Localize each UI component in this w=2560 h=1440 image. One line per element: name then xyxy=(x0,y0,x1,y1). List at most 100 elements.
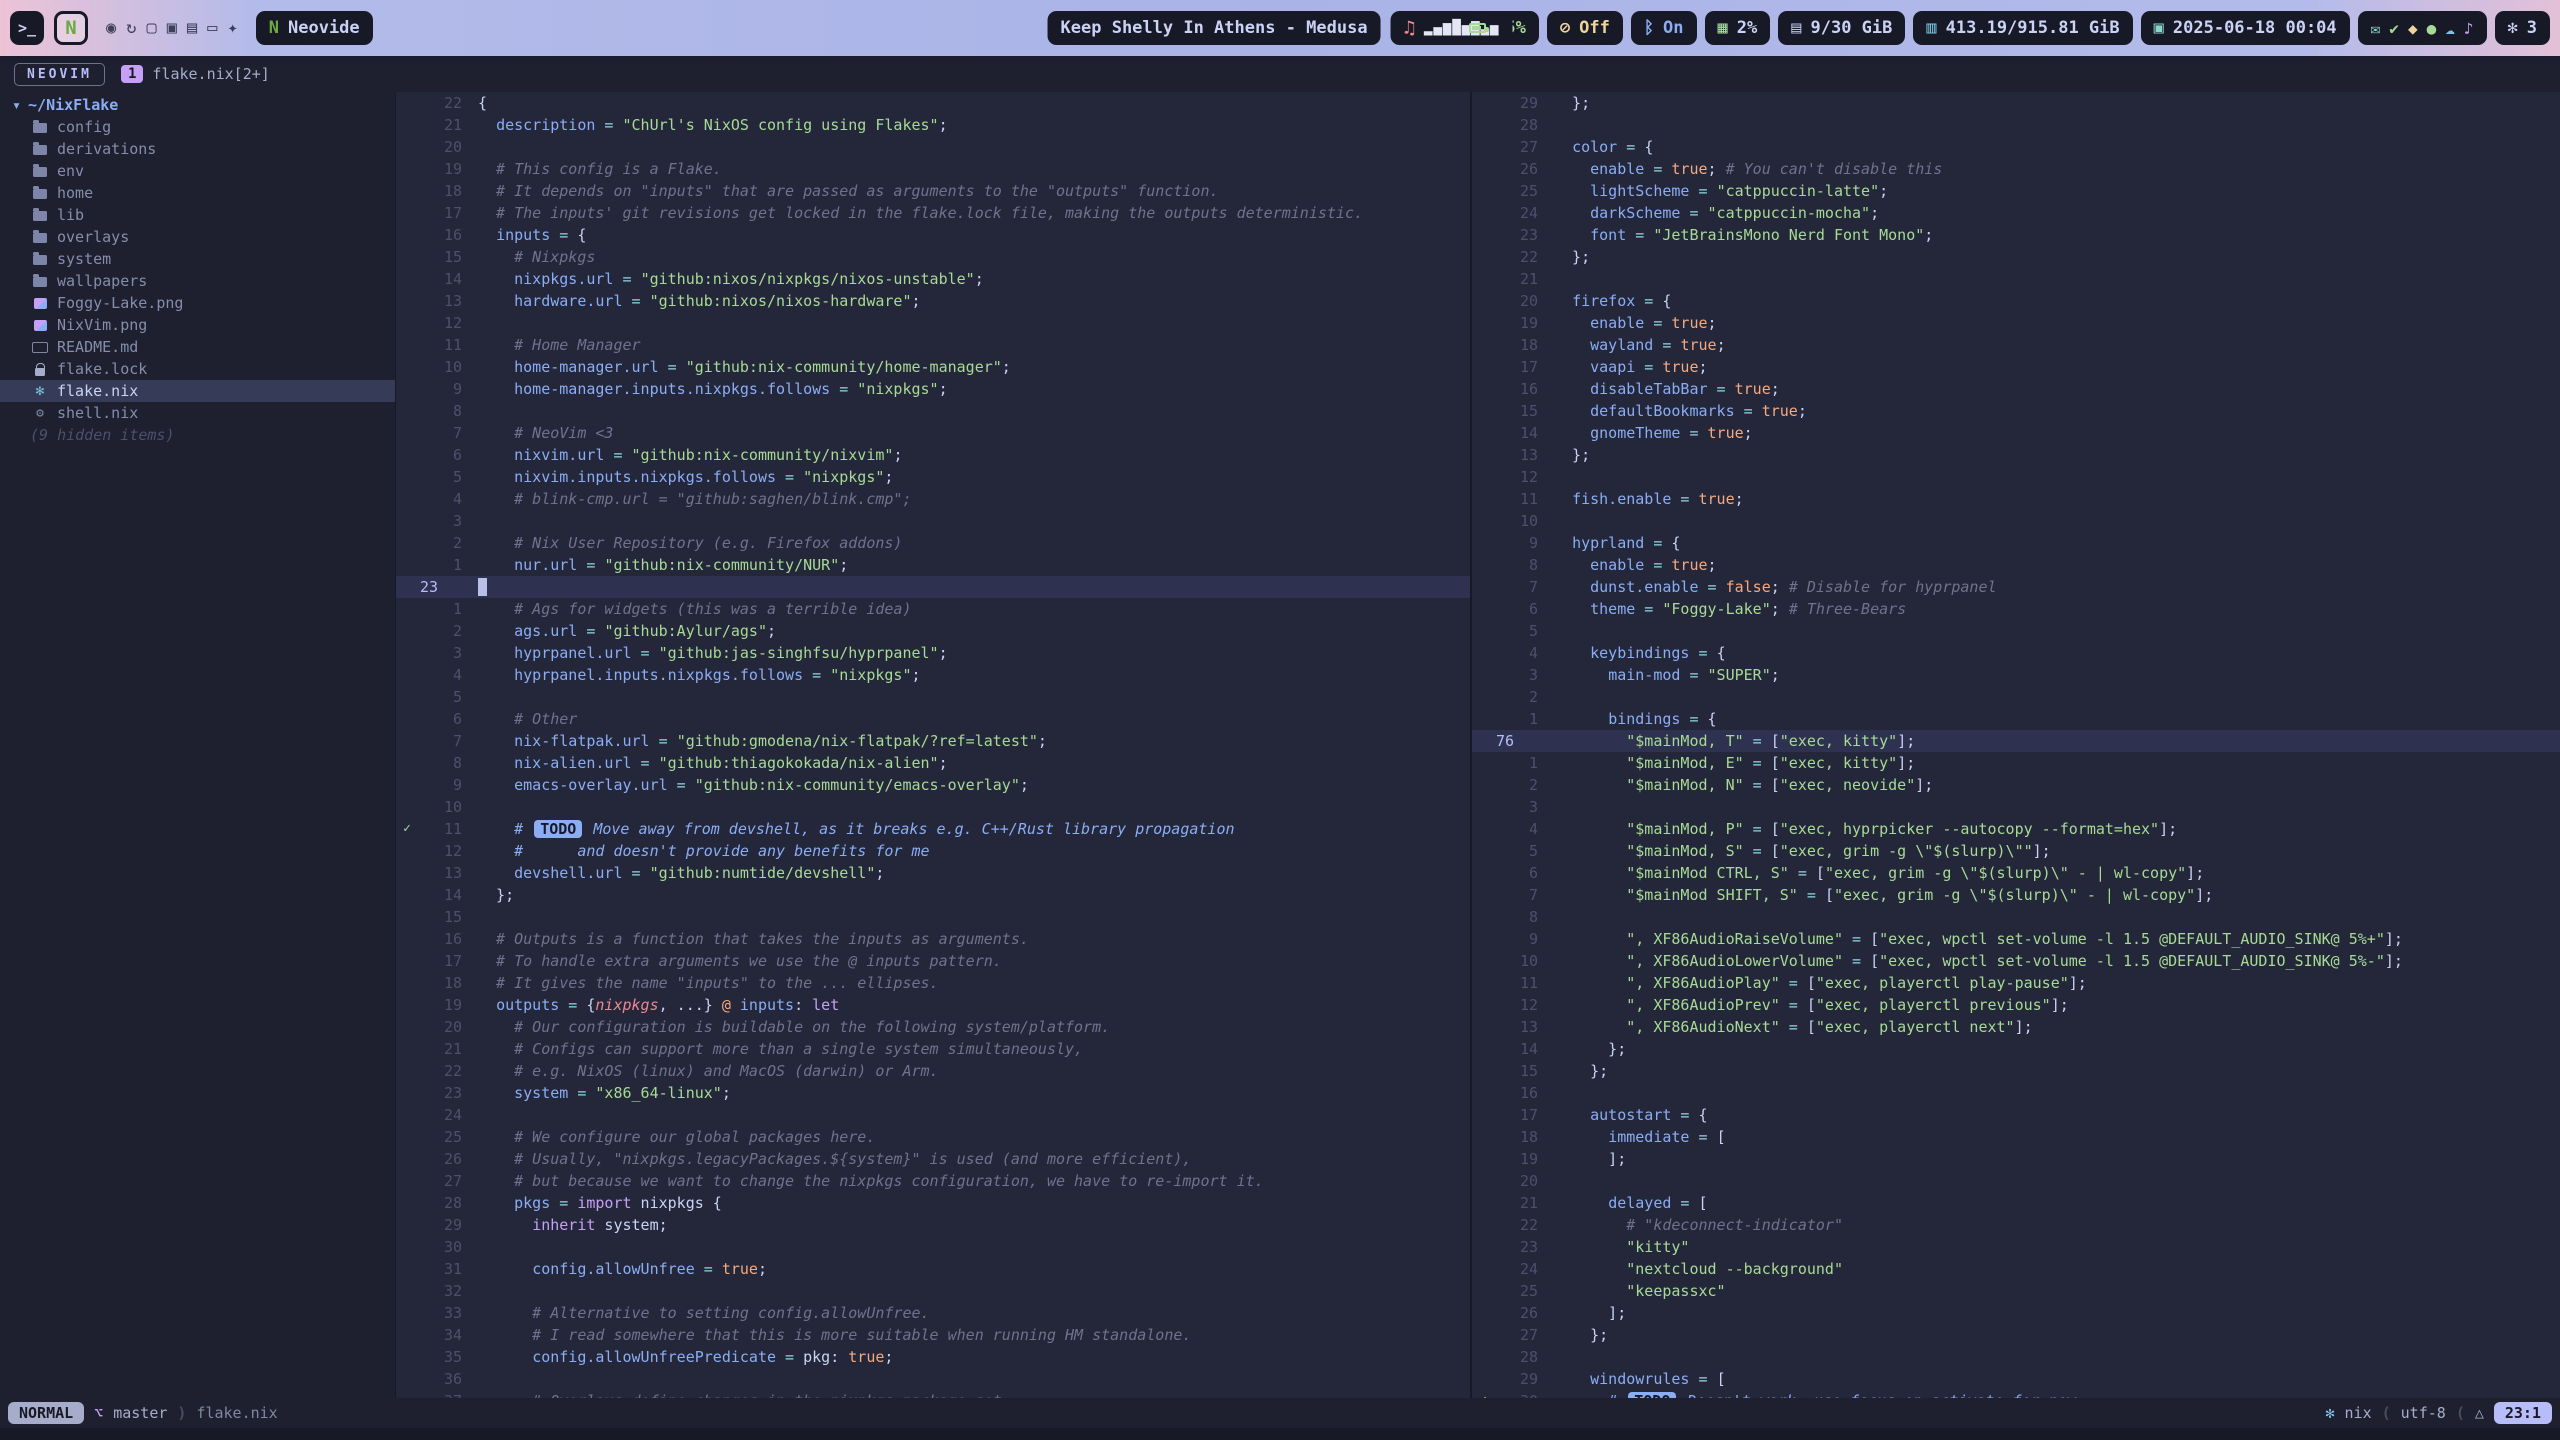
code-line[interactable]: 23 system = "x86_64-linux"; xyxy=(396,1082,1470,1104)
code-line[interactable]: 4 keybindings = { xyxy=(1472,642,2560,664)
code-line[interactable]: 24 darkScheme = "catppuccin-mocha"; xyxy=(1472,202,2560,224)
command-line[interactable] xyxy=(0,1428,2560,1440)
code-line[interactable]: 17 vaapi = true; xyxy=(1472,356,2560,378)
editor-pane-right[interactable]: 29 };2827 color = {26 enable = true; # Y… xyxy=(1470,92,2560,1398)
code-line[interactable]: 9 ", XF86AudioRaiseVolume" = ["exec, wpc… xyxy=(1472,928,2560,950)
code-line[interactable]: 37 # Overlays define changes in the nixp… xyxy=(396,1390,1470,1398)
code-line[interactable]: 27 color = { xyxy=(1472,136,2560,158)
tree-item[interactable]: config xyxy=(0,116,395,138)
status-module-bluetooth[interactable]: ᛒOn xyxy=(1631,11,1697,45)
code-line[interactable]: 33 # Alternative to setting config.allow… xyxy=(396,1302,1470,1324)
code-line[interactable]: 30 xyxy=(396,1236,1470,1258)
code-line[interactable]: 9 hyprland = { xyxy=(1472,532,2560,554)
code-line[interactable]: 18 # It depends on "inputs" that are pas… xyxy=(396,180,1470,202)
tree-root[interactable]: ▾ ~/NixFlake xyxy=(0,94,395,116)
code-line[interactable]: 27 }; xyxy=(1472,1324,2560,1346)
status-module-memory[interactable]: ▤9/30 GiB xyxy=(1778,11,1905,45)
code-line[interactable]: 34 # I read somewhere that this is more … xyxy=(396,1324,1470,1346)
code-line[interactable]: 26 ]; xyxy=(1472,1302,2560,1324)
tree-item[interactable]: lib xyxy=(0,204,395,226)
code-line[interactable]: 9 home-manager.inputs.nixpkgs.follows = … xyxy=(396,378,1470,400)
code-line[interactable]: 24 "nextcloud --background" xyxy=(1472,1258,2560,1280)
code-line[interactable]: 15 defaultBookmarks = true; xyxy=(1472,400,2560,422)
status-module-cpu[interactable]: ▦2% xyxy=(1705,11,1771,45)
code-line[interactable]: 19 # This config is a Flake. xyxy=(396,158,1470,180)
workspace-terminal[interactable]: >_ xyxy=(10,11,44,45)
code-line[interactable]: 15 # Nixpkgs xyxy=(396,246,1470,268)
code-line[interactable]: 1 "$mainMod, E" = ["exec, kitty"]; xyxy=(1472,752,2560,774)
code-line[interactable]: 20 firefox = { xyxy=(1472,290,2560,312)
code-line[interactable]: 21 # Configs can support more than a sin… xyxy=(396,1038,1470,1060)
workspace-app-icon[interactable]: ▭ xyxy=(207,18,217,38)
code-line[interactable]: 36 xyxy=(396,1368,1470,1390)
code-line[interactable]: 3 xyxy=(396,510,1470,532)
mail-icon[interactable]: ✉ xyxy=(2371,19,2381,38)
updates-pill[interactable]: ✻ 3 xyxy=(2495,11,2551,45)
code-line[interactable]: 8 xyxy=(1472,906,2560,928)
tree-item[interactable]: flake.lock xyxy=(0,358,395,380)
shield-icon[interactable]: ◆ xyxy=(2408,19,2418,38)
code-line[interactable]: 10 xyxy=(396,796,1470,818)
status-module-disk[interactable]: ▥413.19/915.81 GiB xyxy=(1913,11,2132,45)
code-line[interactable]: 13 }; xyxy=(1472,444,2560,466)
code-line[interactable]: 26 # Usually, "nixpkgs.legacyPackages.${… xyxy=(396,1148,1470,1170)
code-line[interactable]: 16 xyxy=(1472,1082,2560,1104)
code-line[interactable]: 7 nix-flatpak.url = "github:gmodena/nix-… xyxy=(396,730,1470,752)
code-line[interactable]: 3 xyxy=(1472,796,2560,818)
code-line[interactable]: 6 theme = "Foggy-Lake"; # Three-Bears xyxy=(1472,598,2560,620)
code-line[interactable]: 10 home-manager.url = "github:nix-commun… xyxy=(396,356,1470,378)
code-line[interactable]: 28 xyxy=(1472,1346,2560,1368)
code-line[interactable]: 17 autostart = { xyxy=(1472,1104,2560,1126)
tree-item[interactable]: overlays xyxy=(0,226,395,248)
code-line[interactable]: 15 }; xyxy=(1472,1060,2560,1082)
code-line[interactable]: 18 # It gives the name "inputs" to the .… xyxy=(396,972,1470,994)
music-title-pill[interactable]: Keep Shelly In Athens - Medusa xyxy=(1048,11,1381,45)
code-line[interactable]: ✓11 # TODO Move away from devshell, as i… xyxy=(396,818,1470,840)
tree-item[interactable]: NixVim.png xyxy=(0,314,395,336)
code-line[interactable]: 15 xyxy=(396,906,1470,928)
code-line[interactable]: 26 enable = true; # You can't disable th… xyxy=(1472,158,2560,180)
code-line[interactable]: 5 xyxy=(1472,620,2560,642)
code-line[interactable]: 10 ", XF86AudioLowerVolume" = ["exec, wp… xyxy=(1472,950,2560,972)
code-line[interactable]: 3 main-mod = "SUPER"; xyxy=(1472,664,2560,686)
code-line[interactable]: 2 ags.url = "github:Aylur/ags"; xyxy=(396,620,1470,642)
code-line[interactable]: 6 nixvim.url = "github:nix-community/nix… xyxy=(396,444,1470,466)
tree-item[interactable]: derivations xyxy=(0,138,395,160)
code-line[interactable]: 22{ xyxy=(396,92,1470,114)
code-line[interactable]: 21 description = "ChUrl's NixOS config u… xyxy=(396,114,1470,136)
tree-item[interactable]: system xyxy=(0,248,395,270)
code-line[interactable]: 17 # To handle extra arguments we use th… xyxy=(396,950,1470,972)
code-line[interactable]: 14 nixpkgs.url = "github:nixos/nixpkgs/n… xyxy=(396,268,1470,290)
code-line[interactable]: 23 "kitty" xyxy=(1472,1236,2560,1258)
code-line[interactable]: 5 "$mainMod, S" = ["exec, grim -g \"$(sl… xyxy=(1472,840,2560,862)
code-line[interactable]: 35 config.allowUnfreePredicate = pkg: tr… xyxy=(396,1346,1470,1368)
status-module-clock[interactable]: ▣2025-06-18 00:04 xyxy=(2141,11,2350,45)
code-line[interactable]: 5 xyxy=(396,686,1470,708)
buffer-tab[interactable]: 1 flake.nix[2+] xyxy=(121,65,270,83)
code-line[interactable]: 16 # Outputs is a function that takes th… xyxy=(396,928,1470,950)
code-line[interactable]: 1 nur.url = "github:nix-community/NUR"; xyxy=(396,554,1470,576)
code-line[interactable]: 16 disableTabBar = true; xyxy=(1472,378,2560,400)
code-line[interactable]: 28 xyxy=(1472,114,2560,136)
code-line[interactable]: 16 inputs = { xyxy=(396,224,1470,246)
code-line[interactable]: 1 # Ags for widgets (this was a terrible… xyxy=(396,598,1470,620)
tree-item[interactable]: Foggy-Lake.png xyxy=(0,292,395,314)
workspace-app-icon[interactable]: ✦ xyxy=(228,18,238,38)
code-line[interactable]: 2 "$mainMod, N" = ["exec, neovide"]; xyxy=(1472,774,2560,796)
code-line[interactable]: 14 gnomeTheme = true; xyxy=(1472,422,2560,444)
code-line[interactable]: 27 # but because we want to change the n… xyxy=(396,1170,1470,1192)
code-line[interactable]: 2 xyxy=(1472,686,2560,708)
code-line[interactable]: 19 ]; xyxy=(1472,1148,2560,1170)
tree-item[interactable]: env xyxy=(0,160,395,182)
code-line[interactable]: 6 "$mainMod CTRL, S" = ["exec, grim -g \… xyxy=(1472,862,2560,884)
code-line[interactable]: 29 windowrules = [ xyxy=(1472,1368,2560,1390)
code-line[interactable]: 2 # Nix User Repository (e.g. Firefox ad… xyxy=(396,532,1470,554)
code-line[interactable]: 23 font = "JetBrainsMono Nerd Font Mono"… xyxy=(1472,224,2560,246)
code-line[interactable]: 8 xyxy=(396,400,1470,422)
code-line[interactable]: 14 }; xyxy=(396,884,1470,906)
code-line[interactable]: 25 lightScheme = "catppuccin-latte"; xyxy=(1472,180,2560,202)
code-line[interactable]: ✓30 # TODO Doesn't work, use focus_on_ac… xyxy=(1472,1390,2560,1398)
code-line[interactable]: 11 ", XF86AudioPlay" = ["exec, playerctl… xyxy=(1472,972,2560,994)
code-line[interactable]: 9 emacs-overlay.url = "github:nix-commun… xyxy=(396,774,1470,796)
cloud-icon[interactable]: ☁ xyxy=(2445,19,2455,38)
